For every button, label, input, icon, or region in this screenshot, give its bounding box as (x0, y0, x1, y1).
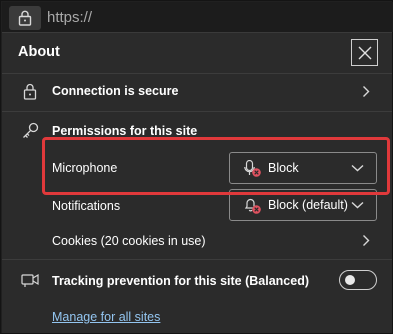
toggle-knob (345, 275, 355, 285)
lock-icon (18, 10, 32, 26)
chevron-down-icon (351, 201, 364, 209)
divider (2, 259, 392, 260)
divider (2, 73, 392, 74)
tracking-prevention-label: Tracking prevention for this site (Balan… (52, 274, 310, 288)
notifications-label: Notifications (52, 199, 121, 213)
panel-title: About (18, 44, 60, 60)
close-button[interactable] (351, 39, 378, 66)
manage-all-sites-link[interactable]: Manage for all sites (52, 310, 160, 324)
connection-label: Connection is secure (52, 84, 179, 98)
divider (2, 111, 392, 112)
cookies-label: Cookies (20 cookies in use) (52, 234, 206, 248)
address-bar: https:// (2, 2, 393, 32)
tracking-prevention-toggle[interactable] (339, 270, 377, 290)
highlight-box (42, 137, 390, 195)
notifications-permission-value: Block (default) (268, 198, 348, 212)
site-info-window: https:// About Connection is secure Perm… (0, 0, 393, 334)
tracking-prevention-icon (21, 273, 39, 287)
site-info-button[interactable] (9, 6, 41, 30)
key-icon (23, 122, 39, 138)
site-info-panel: About Connection is secure Permissions f… (2, 32, 392, 333)
close-icon (358, 46, 372, 60)
lock-icon (23, 83, 37, 100)
url-text[interactable]: https:// (47, 9, 92, 26)
chevron-right-icon (363, 235, 370, 246)
chevron-right-icon (363, 86, 370, 97)
notifications-blocked-icon (244, 198, 261, 214)
permissions-header: Permissions for this site (52, 124, 198, 138)
